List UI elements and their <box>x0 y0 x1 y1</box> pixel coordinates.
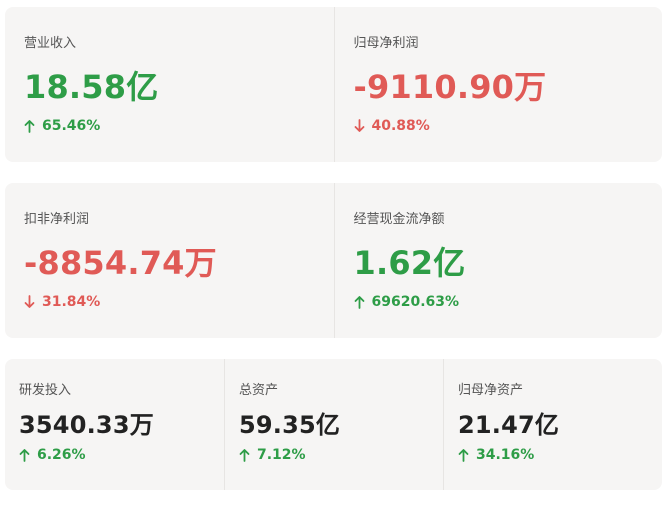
metric-value: -9110.90万 <box>353 68 547 106</box>
metric-rd-investment: 研发投入 3540.33万 6.26% <box>5 359 224 490</box>
metric-label: 经营现金流净额 <box>353 212 445 227</box>
metric-operating-cash-flow: 经营现金流净额 1.62亿 69620.63% <box>333 183 663 338</box>
metric-change: 6.26% <box>19 446 224 464</box>
metrics-card-row-1: 营业收入 18.58亿 65.46% 归母净利润 -9110.90万 40.88… <box>5 7 662 162</box>
metric-value: 1.62亿 <box>353 244 466 282</box>
metric-change-value: 40.88% <box>371 118 430 134</box>
metric-change: 31.84% <box>24 293 334 311</box>
metric-label: 营业收入 <box>24 36 77 51</box>
metric-net-profit-parent: 归母净利润 -9110.90万 40.88% <box>333 7 663 162</box>
metric-label: 研发投入 <box>19 383 72 398</box>
metric-total-assets: 总资产 59.35亿 7.12% <box>223 359 443 490</box>
metric-net-assets-parent: 归母净资产 21.47亿 34.16% <box>442 359 662 490</box>
arrow-up-icon <box>24 119 35 133</box>
metric-revenue: 营业收入 18.58亿 65.46% <box>5 7 334 162</box>
metric-label: 总资产 <box>238 383 278 398</box>
arrow-up-icon <box>239 448 250 462</box>
metric-change-value: 34.16% <box>475 447 535 463</box>
metric-change: 40.88% <box>354 117 663 135</box>
metric-change-value: 65.46% <box>42 118 101 134</box>
metric-label: 归母净利润 <box>353 36 419 51</box>
arrow-down-icon <box>354 119 365 133</box>
arrow-up-icon <box>19 448 30 462</box>
metric-change: 34.16% <box>458 446 662 464</box>
metric-change: 65.46% <box>24 117 334 135</box>
metric-value: 18.58亿 <box>24 68 159 106</box>
metric-change-value: 69620.63% <box>371 294 460 310</box>
metric-change: 69620.63% <box>354 293 663 311</box>
metrics-card-row-2: 扣非净利润 -8854.74万 31.84% 经营现金流净额 1.62亿 696… <box>5 183 662 338</box>
metric-net-profit-deducted: 扣非净利润 -8854.74万 31.84% <box>5 183 334 338</box>
metric-label: 扣非净利润 <box>24 212 90 227</box>
metric-label: 归母净资产 <box>457 383 523 398</box>
metric-change-value: 31.84% <box>42 294 101 310</box>
arrow-up-icon <box>354 295 365 309</box>
metric-change: 7.12% <box>239 446 443 464</box>
metric-change-value: 7.12% <box>256 447 306 463</box>
arrow-up-icon <box>458 448 469 462</box>
metric-value: 3540.33万 <box>19 411 154 439</box>
arrow-down-icon <box>24 295 35 309</box>
metric-value: 59.35亿 <box>238 411 341 439</box>
metrics-card-row-3: 研发投入 3540.33万 6.26% 总资产 59.35亿 7.12% 归母净… <box>5 359 662 490</box>
metric-value: -8854.74万 <box>24 244 217 282</box>
metric-change-value: 6.26% <box>37 447 86 463</box>
metric-value: 21.47亿 <box>457 411 560 439</box>
